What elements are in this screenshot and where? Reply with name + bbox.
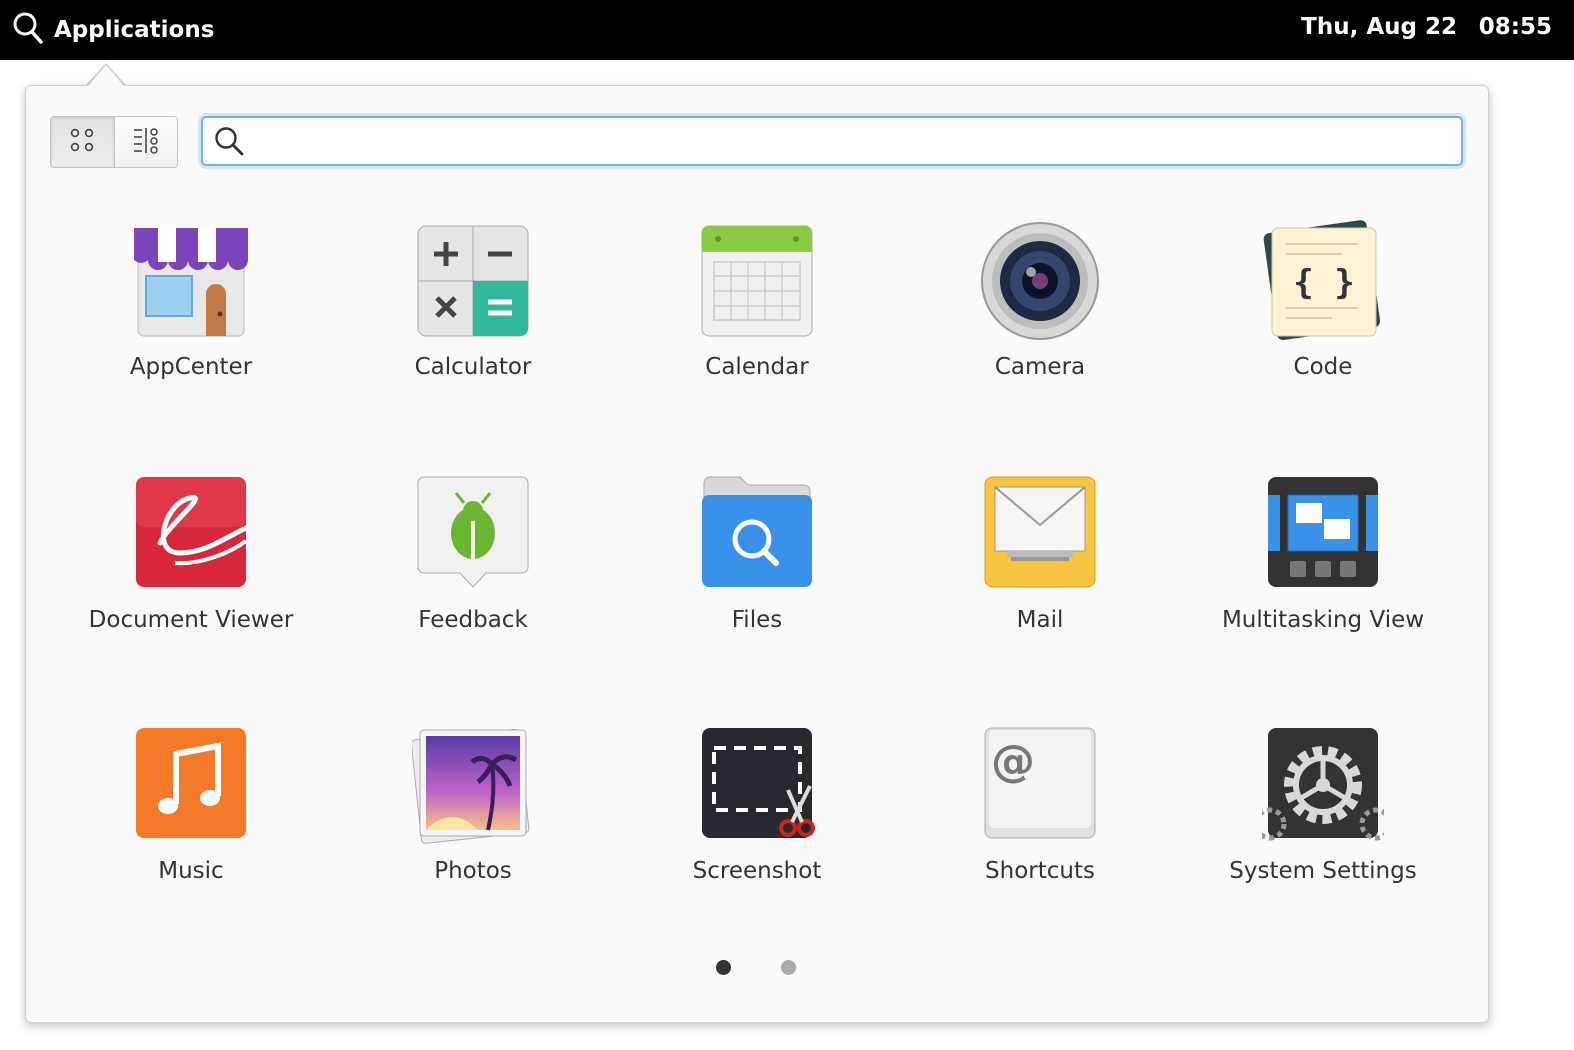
app-label: Feedback (418, 607, 528, 633)
app-multitasking-view[interactable]: Multitasking View (1198, 473, 1448, 673)
photos-icon (410, 724, 534, 846)
app-label: Code (1293, 354, 1353, 380)
app-shortcuts[interactable]: @ Shortcuts (915, 724, 1165, 924)
svg-text:{ }: { } (1293, 263, 1354, 303)
applications-label: Applications (54, 17, 215, 43)
app-label: Files (731, 607, 783, 633)
shortcuts-icon: @ (979, 724, 1101, 846)
app-document-viewer[interactable]: Document Viewer (66, 473, 316, 673)
app-photos[interactable]: Photos (348, 724, 598, 924)
camera-icon (979, 220, 1101, 342)
app-label: Camera (994, 354, 1086, 380)
top-panel: Applications Thu, Aug 22 08:55 (0, 0, 1574, 60)
app-label: Multitasking View (1221, 607, 1425, 633)
app-label: Photos (434, 858, 512, 884)
app-system-settings[interactable]: System Settings (1198, 724, 1448, 924)
mail-icon (979, 473, 1101, 595)
calendar-icon (696, 220, 818, 342)
code-icon: { } (1262, 220, 1384, 342)
search-input[interactable] (245, 121, 1461, 161)
app-label: Document Viewer (88, 607, 294, 633)
screenshot-icon (696, 724, 818, 846)
feedback-icon (412, 473, 534, 595)
grid-view-icon (67, 125, 97, 159)
app-label: Calculator (414, 354, 532, 380)
app-label: Mail (1016, 607, 1064, 633)
app-label: Calendar (705, 354, 809, 380)
category-view-icon (131, 125, 161, 159)
files-icon (696, 473, 818, 595)
date-indicator[interactable]: Thu, Aug 22 (1301, 14, 1457, 40)
category-view-button[interactable] (113, 117, 178, 167)
app-screenshot[interactable]: Screenshot (632, 724, 882, 924)
page-dot-2[interactable] (781, 960, 796, 975)
search-field[interactable] (201, 116, 1463, 166)
document-viewer-icon (130, 473, 252, 595)
clock-indicator[interactable]: 08:55 (1479, 14, 1552, 40)
popover-pointer-fill (88, 65, 124, 86)
app-label: AppCenter (129, 354, 253, 380)
app-label: Screenshot (692, 858, 822, 884)
multitasking-view-icon (1262, 473, 1384, 595)
app-label: Shortcuts (985, 858, 1095, 884)
search-icon (12, 11, 44, 49)
appcenter-icon (130, 220, 252, 342)
page-dot-1[interactable] (716, 960, 731, 975)
app-appcenter[interactable]: AppCenter (66, 220, 316, 420)
app-music[interactable]: Music (66, 724, 316, 924)
applications-menu-button[interactable]: Applications (12, 12, 214, 48)
grid-view-button[interactable] (51, 117, 114, 167)
music-icon (130, 724, 252, 846)
app-calendar[interactable]: Calendar (632, 220, 882, 420)
svg-text:@: @ (991, 736, 1035, 787)
app-mail[interactable]: Mail (915, 473, 1165, 673)
view-switcher (50, 116, 178, 168)
calculator-icon (412, 220, 534, 342)
app-camera[interactable]: Camera (915, 220, 1165, 420)
app-label: System Settings (1229, 858, 1417, 884)
app-label: Music (158, 858, 224, 884)
system-settings-icon (1253, 724, 1393, 846)
search-icon (213, 125, 245, 157)
app-code[interactable]: { } Code (1198, 220, 1448, 420)
app-calculator[interactable]: Calculator (348, 220, 598, 420)
app-feedback[interactable]: Feedback (348, 473, 598, 673)
app-files[interactable]: Files (632, 473, 882, 673)
